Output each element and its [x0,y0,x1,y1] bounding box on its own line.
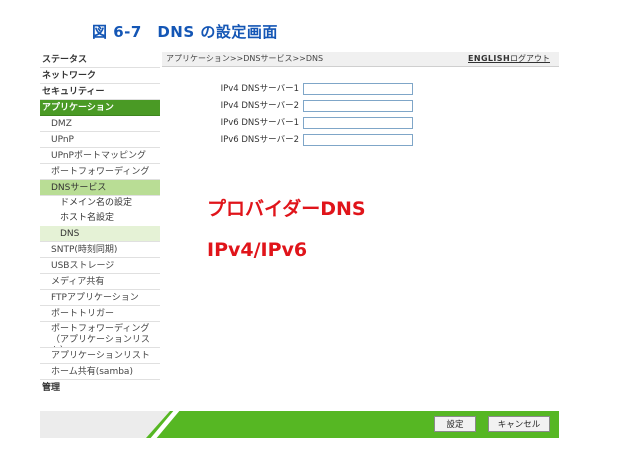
sidebar-item-security[interactable]: セキュリティー [40,84,160,100]
sidebar-item-media-share[interactable]: メディア共有 [40,274,160,290]
sidebar-item-dmz[interactable]: DMZ [40,116,160,132]
sidebar-item-port-forwarding-app-list[interactable]: ポートフォワーディング（アプリケーションリスト） [40,322,160,348]
sidebar-item-management[interactable]: 管理 [40,380,160,396]
sidebar-item-ftp[interactable]: FTPアプリケーション [40,290,160,306]
sidebar-item-host-name[interactable]: ホスト名設定 [40,211,160,226]
annotation-provider-dns: プロバイダーDNS [207,198,366,220]
annotation-ipv4-ipv6: IPv4/IPv6 [207,239,308,261]
ipv6-dns2-input[interactable] [303,134,413,146]
figure-caption: 図 6-7 DNS の設定画面 [92,23,278,41]
sidebar-item-home-share[interactable]: ホーム共有(samba) [40,364,160,380]
sidebar-item-port-trigger[interactable]: ポートトリガー [40,306,160,322]
logout-link[interactable]: ログアウト [510,52,550,66]
ipv4-dns2-input[interactable] [303,100,413,112]
ipv4-dns1-label: IPv4 DNSサーバー1 [220,84,299,94]
sidebar-item-port-forwarding[interactable]: ポートフォワーディング [40,164,160,180]
save-button[interactable]: 設定 [434,416,476,432]
sidebar-item-network[interactable]: ネットワーク [40,68,160,84]
sidebar-item-application-list[interactable]: アプリケーションリスト [40,348,160,364]
breadcrumb: アプリケーション>>DNSサービス>>DNS [166,54,324,63]
sidebar-nav: ステータス ネットワーク セキュリティー アプリケーション DMZ UPnP U… [40,52,160,402]
sidebar-item-status[interactable]: ステータス [40,52,160,68]
cancel-button[interactable]: キャンセル [488,416,550,432]
sidebar-item-dns[interactable]: DNS [40,226,160,242]
sidebar-item-application[interactable]: アプリケーション [40,100,160,116]
ipv6-dns1-label: IPv6 DNSサーバー1 [220,118,299,128]
sidebar-item-upnp-port-mapping[interactable]: UPnPポートマッピング [40,148,160,164]
ipv6-dns2-label: IPv6 DNSサーバー2 [220,135,299,145]
footer-bar: 設定 キャンセル [40,411,559,438]
sidebar-item-dns-service[interactable]: DNSサービス [40,180,160,196]
main-content: アプリケーション>>DNSサービス>>DNS ENGLISH ログアウト IPv… [162,52,559,402]
sidebar-item-upnp[interactable]: UPnP [40,132,160,148]
sidebar-item-sntp[interactable]: SNTP(時刻同期) [40,242,160,258]
sidebar-item-domain-name[interactable]: ドメイン名の設定 [40,196,160,211]
header-bar: アプリケーション>>DNSサービス>>DNS ENGLISH ログアウト [162,52,559,67]
english-link[interactable]: ENGLISH [468,52,510,66]
ipv4-dns1-input[interactable] [303,83,413,95]
ipv6-dns1-input[interactable] [303,117,413,129]
ipv4-dns2-label: IPv4 DNSサーバー2 [220,101,299,111]
sidebar-item-usb-storage[interactable]: USBストレージ [40,258,160,274]
